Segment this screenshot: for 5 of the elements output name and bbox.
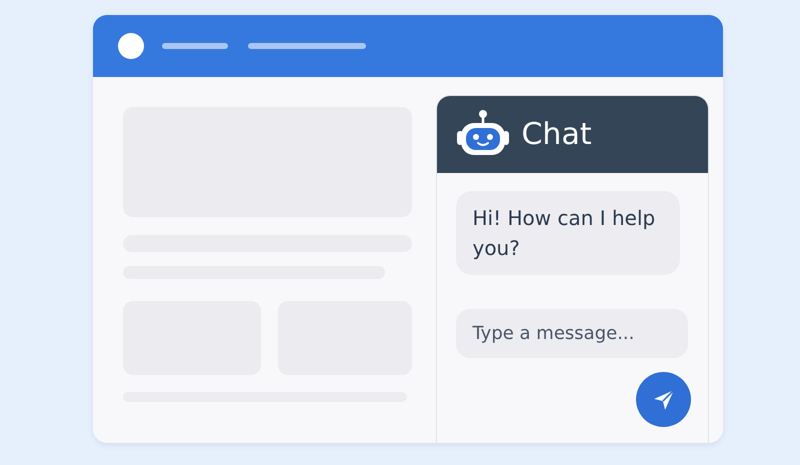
message-bubble: Hi! How can I help you? <box>456 191 680 275</box>
message-input[interactable]: Type a message... <box>456 309 688 358</box>
window-dot <box>118 33 144 59</box>
chat-title: Chat <box>521 117 592 152</box>
placeholder-bar <box>162 43 228 49</box>
